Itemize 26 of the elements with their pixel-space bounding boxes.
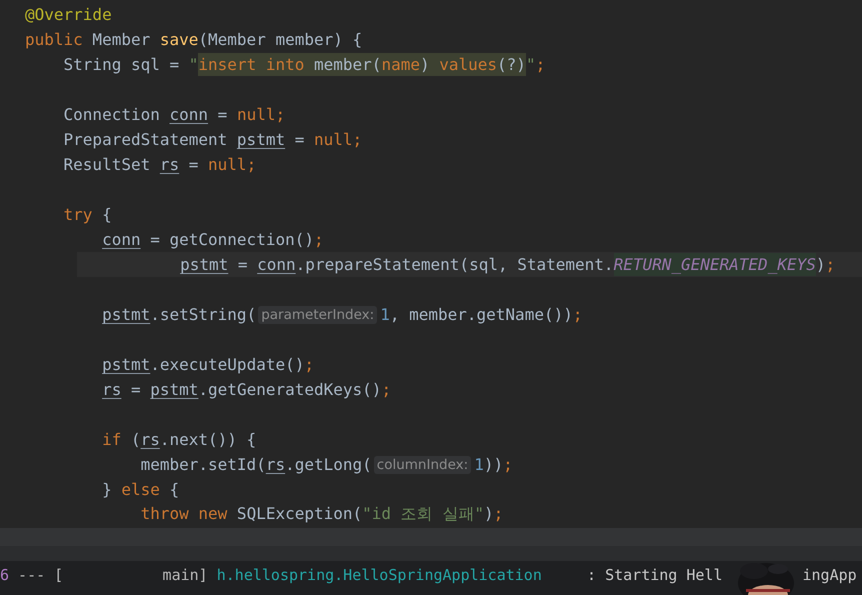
code-text: );	[816, 255, 836, 274]
parameter-hint: parameterIndex:	[258, 306, 378, 324]
code-text: pstmt = conn.prepareStatement(sql, Statement.	[180, 255, 614, 274]
log-text: ingApp	[802, 566, 857, 584]
code-text: rs = pstmt.getGeneratedKeys();	[102, 380, 392, 399]
code-text: String sql = "	[64, 55, 198, 74]
code-text: conn = getConnection();	[102, 230, 324, 249]
log-text: 6 --- [ main] h.hellospring.HelloSpringApplication : Starting Hell	[0, 566, 722, 584]
code-text: @Override	[25, 5, 112, 24]
code-text: try {	[64, 205, 112, 224]
code-text: Connection conn = null;	[64, 105, 286, 124]
code-text: pstmt.executeUpdate();	[102, 355, 314, 374]
code-text: 1, member.getName());	[380, 305, 582, 324]
code-text: public Member save(Member member) {	[25, 30, 362, 49]
code-text: throw new SQLException("id 조회 실패");	[140, 504, 504, 525]
parameter-hint: columnIndex:	[374, 456, 472, 474]
code-text: ";	[526, 55, 546, 74]
code-text: member.setId(rs.getLong(	[140, 455, 372, 474]
code-text: pstmt.setString(	[102, 305, 256, 324]
code-text: ResultSet rs = null;	[64, 155, 256, 174]
injected-sql: insert into member(name) values(?)	[198, 53, 526, 76]
code-text: } else {	[102, 480, 180, 499]
code-text: if (rs.next()) {	[102, 430, 256, 449]
highlighted-code: RETURN_GENERATED_KEYS	[614, 253, 816, 276]
code-text: PreparedStatement pstmt = null;	[64, 130, 362, 149]
code-text: 1));	[474, 455, 513, 474]
